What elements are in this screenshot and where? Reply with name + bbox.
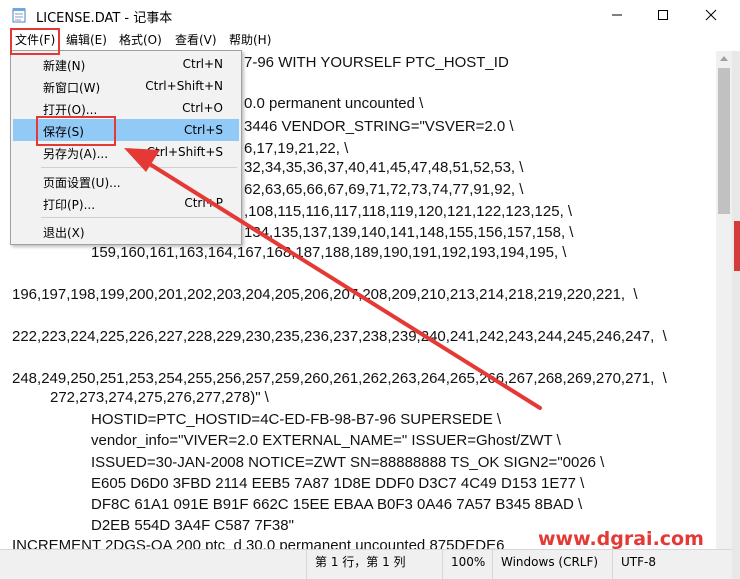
menu-item-shortcut: Ctrl+O: [182, 101, 223, 115]
menu-item-shortcut: Ctrl+Shift+N: [145, 79, 223, 93]
maximize-button[interactable]: [640, 0, 686, 30]
close-icon: [705, 9, 717, 21]
text-line: ,108,115,116,117,118,119,120,121,122,123…: [244, 203, 573, 220]
maximize-icon: [658, 10, 668, 20]
annotation-box-save: [36, 116, 116, 146]
text-line: 62,63,65,66,67,69,71,72,73,74,77,91,92, …: [244, 181, 524, 198]
menu-item-label: 页面设置(U)...: [43, 176, 121, 190]
scrollbar-thumb[interactable]: [718, 68, 730, 214]
text-line: INCREMENT 2DGS-OA 200 ptc_d 30.0 permane…: [12, 537, 505, 549]
status-bar: 第 1 行，第 1 列 100% Windows (CRLF) UTF-8: [0, 549, 732, 579]
menu-item-label: 退出(X): [43, 226, 85, 240]
text-line: D2EB 554D 3A4F C587 7F38": [91, 517, 294, 534]
menu-item-label: 另存为(A)...: [43, 147, 109, 161]
watermark-text: www.dgrai.com: [538, 528, 704, 550]
window-title: LICENSE.DAT - 记事本: [36, 11, 173, 26]
text-line: HOSTID=PTC_HOSTID=4C-ED-FB-98-B7-96 SUPE…: [91, 411, 502, 428]
notepad-icon: [12, 7, 26, 23]
cursor-position: 第 1 行，第 1 列: [306, 550, 436, 579]
text-line: 3446 VENDOR_STRING="VSVER=2.0 \: [244, 118, 514, 135]
menu-item-new-window[interactable]: 新窗口(W) Ctrl+Shift+N: [13, 75, 239, 97]
text-line: ISSUED=30-JAN-2008 NOTICE=ZWT SN=8888888…: [91, 454, 605, 471]
text-line: 134,135,137,139,140,141,148,155,156,157,…: [244, 224, 574, 241]
menu-item-label: 新窗口(W): [43, 81, 101, 95]
close-button[interactable]: [688, 0, 734, 30]
line-ending: Windows (CRLF): [492, 550, 612, 579]
menu-separator: [41, 217, 237, 218]
background-window-edge: [732, 51, 740, 579]
text-line: 196,197,198,199,200,201,202,203,204,205,…: [12, 286, 638, 303]
menu-bar: 文件(F) 编辑(E) 格式(O) 查看(V) 帮助(H): [0, 30, 740, 51]
minimize-icon: [612, 14, 622, 16]
zoom-level: 100%: [442, 550, 492, 579]
menu-item-shortcut: Ctrl+N: [182, 57, 223, 71]
menu-item-label: 打印(P)...: [43, 198, 96, 212]
menu-item-shortcut: Ctrl+Shift+S: [146, 145, 223, 159]
menu-format[interactable]: 格式(O): [115, 31, 166, 50]
text-line: 159,160,161,163,164,167,168,187,188,189,…: [91, 244, 567, 261]
text-line: 248,249,250,251,253,254,255,256,257,259,…: [12, 370, 667, 387]
menu-item-exit[interactable]: 退出(X): [13, 220, 239, 242]
text-line: vendor_info="VIVER=2.0 EXTERNAL_NAME=" I…: [91, 432, 561, 449]
menu-separator: [41, 167, 237, 168]
menu-help[interactable]: 帮助(H): [225, 31, 275, 50]
menu-item-shortcut: Ctrl+S: [183, 123, 223, 137]
menu-item-new[interactable]: 新建(N) Ctrl+N: [13, 53, 239, 75]
menu-item-print[interactable]: 打印(P)... Ctrl+P: [13, 192, 239, 214]
text-line: DF8C 61A1 091E B91F 662C 15EE EBAA B0F3 …: [91, 496, 583, 513]
background-accent: [734, 221, 740, 271]
text-line: 222,223,224,225,226,227,228,229,230,235,…: [12, 328, 667, 345]
annotation-box-file-menu: [10, 28, 60, 55]
title-bar: LICENSE.DAT - 记事本: [0, 0, 740, 31]
menu-item-shortcut: Ctrl+P: [184, 196, 223, 210]
file-menu-dropdown: 新建(N) Ctrl+N 新窗口(W) Ctrl+Shift+N 打开(O)..…: [10, 50, 242, 245]
text-line: 272,273,274,275,276,277,278)" \: [50, 389, 269, 406]
vertical-scrollbar[interactable]: [716, 51, 732, 549]
encoding: UTF-8: [612, 550, 732, 579]
menu-item-label: 新建(N): [43, 59, 86, 73]
menu-edit[interactable]: 编辑(E): [62, 31, 111, 50]
text-line: E605 D6D0 3FBD 2114 EEB5 7A87 1D8E DDF0 …: [91, 475, 585, 492]
menu-item-page-setup[interactable]: 页面设置(U)...: [13, 170, 239, 192]
scroll-up-icon[interactable]: [720, 56, 728, 61]
text-line: 7-96 WITH YOURSELF PTC_HOST_ID: [244, 54, 509, 71]
minimize-button[interactable]: [594, 0, 640, 30]
text-line: 32,34,35,36,37,40,41,45,47,48,51,52,53, …: [244, 159, 524, 176]
text-line: 0.0 permanent uncounted \: [244, 95, 424, 112]
text-line: 6,17,19,21,22, \: [244, 140, 349, 157]
menu-view[interactable]: 查看(V): [171, 31, 221, 50]
